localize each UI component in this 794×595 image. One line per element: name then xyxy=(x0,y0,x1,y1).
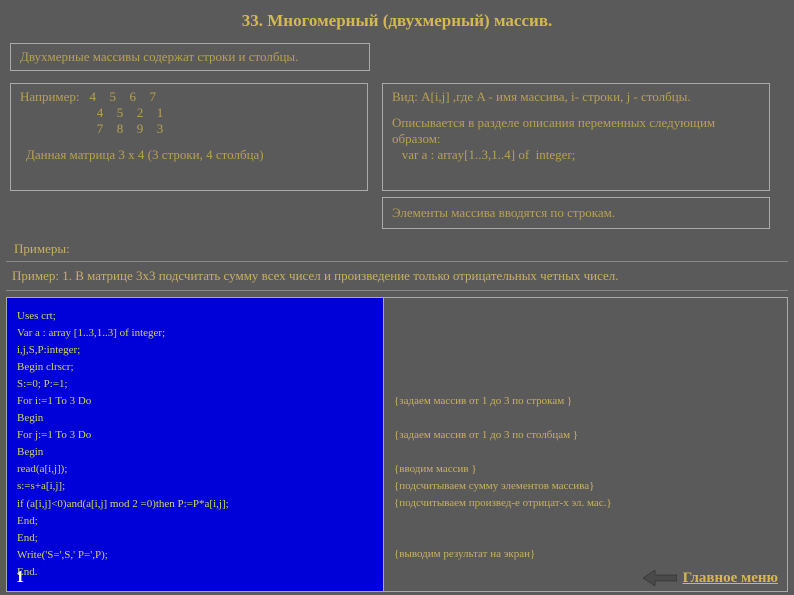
arrow-left-icon xyxy=(643,570,677,586)
footer: 1 Главное меню xyxy=(0,569,794,587)
examples-label: Примеры: xyxy=(14,241,784,257)
code-line: Begin xyxy=(17,410,373,427)
matrix-cell: 8 xyxy=(110,121,130,137)
comments-block: {задаем массив от 1 до 3 по строкам } {з… xyxy=(384,297,788,592)
comment-line: {вводим массив } xyxy=(394,461,777,478)
comment-line: {подсчитываем произвед-е отрицат-х эл. м… xyxy=(394,495,777,512)
matrix-cell: 7 xyxy=(90,121,110,137)
matrix-cell: 3 xyxy=(150,121,170,137)
matrix-cell: 5 xyxy=(110,105,130,121)
page-number: 1 xyxy=(16,569,24,587)
syntax-box: Вид: A[i,j] ,где A - имя массива, i- стр… xyxy=(382,83,770,191)
code-line: For i:=1 To 3 Do xyxy=(17,393,373,410)
code-line: End; xyxy=(17,530,373,547)
matrix-cell: 7 xyxy=(143,89,163,105)
example-1-text: Пример: 1. В матрице 3x3 подсчитать сумм… xyxy=(0,262,794,288)
matrix-cell: 1 xyxy=(150,105,170,121)
code-block: Uses crt; Var a : array [1..3,1..3] of i… xyxy=(6,297,384,592)
matrix-caption: Данная матрица 3 x 4 (3 строки, 4 столбц… xyxy=(20,147,358,163)
page-title: 33. Многомерный (двухмерный) массив. xyxy=(0,0,794,37)
syntax-line: Вид: A[i,j] ,где A - имя массива, i- стр… xyxy=(392,89,760,105)
code-line: Begin xyxy=(17,444,373,461)
matrix-cell: 5 xyxy=(103,89,123,105)
code-line: S:=0; P:=1; xyxy=(17,376,373,393)
code-line: Begin clrscr; xyxy=(17,359,373,376)
code-line: read(a[i,j]); xyxy=(17,461,373,478)
main-menu-link[interactable]: Главное меню xyxy=(643,570,778,587)
main-menu-label: Главное меню xyxy=(683,570,778,587)
note-box: Элементы массива вводятся по строкам. xyxy=(382,197,770,229)
note-text: Элементы массива вводятся по строкам. xyxy=(392,205,615,220)
matrix-cell: 2 xyxy=(130,105,150,121)
syntax-line: Описывается в разделе описания переменны… xyxy=(392,115,760,147)
comment-line: {задаем массив от 1 до 3 по столбцам } xyxy=(394,427,777,444)
example-label: Например: xyxy=(20,89,80,104)
matrix-cell: 6 xyxy=(123,89,143,105)
code-line: End; xyxy=(17,513,373,530)
code-line: i,j,S,P:integer; xyxy=(17,342,373,359)
intro-box: Двухмерные массивы содержат строки и сто… xyxy=(10,43,370,71)
code-line: s:=s+a[i,j]; xyxy=(17,478,373,495)
comment-line: {задаем массив от 1 до 3 по строкам } xyxy=(394,393,777,410)
example-matrix-box: Например: 4 5 6 7 4 5 2 1 7 8 xyxy=(10,83,368,191)
comment-line: {выводим результат на экран} xyxy=(394,546,777,563)
matrix-cell: 4 xyxy=(90,105,110,121)
code-line: Uses crt; xyxy=(17,308,373,325)
code-line: Write('S=',S,' P=',P); xyxy=(17,547,373,564)
matrix-cell: 4 xyxy=(83,89,103,105)
intro-text: Двухмерные массивы содержат строки и сто… xyxy=(20,49,298,64)
divider xyxy=(6,290,788,291)
comment-line: {подсчитываем сумму элементов массива} xyxy=(394,478,777,495)
syntax-line: var a : array[1..3,1..4] of integer; xyxy=(392,147,760,163)
code-line: For j:=1 To 3 Do xyxy=(17,427,373,444)
code-line: if (a[i,j]<0)and(a[i,j] mod 2 =0)then P:… xyxy=(17,496,373,513)
code-line: Var a : array [1..3,1..3] of integer; xyxy=(17,325,373,342)
matrix-cell: 9 xyxy=(130,121,150,137)
